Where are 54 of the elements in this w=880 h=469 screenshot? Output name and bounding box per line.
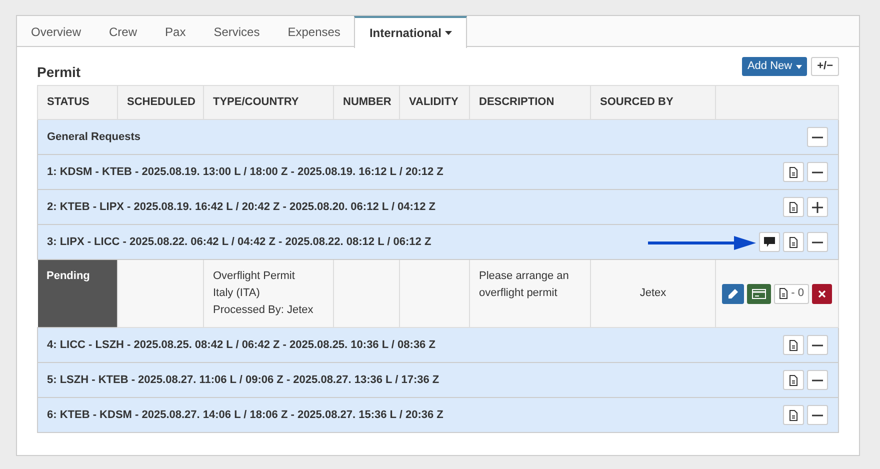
toggle-all-button[interactable]: +/− xyxy=(811,57,839,76)
tab[interactable]: Overview xyxy=(17,16,96,47)
group-title: 1: KDSM - KTEB - 2025.08.19. 13:00 L / 18:00 Z - 2025.08.19. 16:12 L / 20:12 Z xyxy=(47,166,444,178)
tab[interactable]: Crew xyxy=(95,16,152,47)
document-button[interactable] xyxy=(783,232,804,252)
tab[interactable]: International xyxy=(354,16,468,48)
section-title: Permit xyxy=(37,63,81,82)
document-icon xyxy=(779,288,788,299)
group-title: 6: KTEB - KDSM - 2025.08.27. 14:06 L / 18:06 Z - 2025.08.27. 15:36 L / 20:36 Z xyxy=(47,408,444,421)
collapse-button[interactable] xyxy=(807,405,828,425)
collapse-button[interactable] xyxy=(807,232,828,252)
column-header: STATUS xyxy=(38,86,118,120)
collapse-button[interactable] xyxy=(807,335,828,355)
plus-icon xyxy=(812,202,823,212)
documents-button[interactable]: - 0 xyxy=(774,284,809,304)
document-icon xyxy=(789,236,798,248)
collapse-button[interactable] xyxy=(807,370,828,390)
collapse-button[interactable] xyxy=(807,162,828,182)
expand-button[interactable] xyxy=(807,197,828,217)
document-button[interactable] xyxy=(783,370,804,390)
document-icon xyxy=(789,202,798,212)
group-title: 2: KTEB - LIPX - 2025.08.19. 16:42 L / 20:42 Z - 2025.08.20. 06:12 L / 04:12 Z xyxy=(47,200,436,213)
group-title: 5: LSZH - KTEB - 2025.08.27. 11:06 L / 09:06 Z - 2025.08.27. 13:36 L / 17:36 Z xyxy=(47,374,440,386)
edit-button[interactable] xyxy=(722,284,744,304)
table-cell-text: Italy (ITA) xyxy=(213,286,261,301)
tab[interactable]: Pax xyxy=(151,16,200,47)
pencil-icon xyxy=(728,288,738,298)
document-icon xyxy=(789,374,798,386)
document-button[interactable] xyxy=(783,335,804,355)
status-cell: Pending xyxy=(38,260,118,328)
tab[interactable]: Services xyxy=(200,16,274,47)
add-new-button[interactable]: Add New xyxy=(742,57,808,76)
collapse-button[interactable] xyxy=(807,127,828,147)
card-icon xyxy=(752,288,766,298)
close-icon xyxy=(818,290,826,298)
table-cell-text: Overflight Permit xyxy=(213,269,296,284)
document-icon xyxy=(789,340,798,350)
document-icon xyxy=(789,166,798,178)
document-button[interactable] xyxy=(783,197,804,217)
caret-icon xyxy=(796,64,802,68)
comment-button[interactable] xyxy=(759,232,780,252)
group-title: General Requests xyxy=(47,130,141,143)
delete-button[interactable] xyxy=(812,284,832,304)
document-button[interactable] xyxy=(783,405,804,425)
speech-bubble-icon xyxy=(764,237,775,247)
table-cell-text: Please arrange an overflight permit xyxy=(479,270,569,299)
document-button[interactable] xyxy=(783,162,804,182)
group-title: 3: LIPX - LICC - 2025.08.22. 06:42 L / 04:42 Z - 2025.08.22. 08:12 L / 06:12 Z xyxy=(47,236,432,248)
tab[interactable]: Expenses xyxy=(274,16,354,47)
document-icon xyxy=(789,410,798,420)
table-cell-text: Jetex xyxy=(640,287,666,300)
group-title: 4: LICC - LSZH - 2025.08.25. 08:42 L / 06:42 Z - 2025.08.25. 10:36 L / 08:36 Z xyxy=(47,338,436,351)
table-cell-text: Processed By: Jetex xyxy=(213,303,314,318)
payment-button[interactable] xyxy=(747,284,772,304)
